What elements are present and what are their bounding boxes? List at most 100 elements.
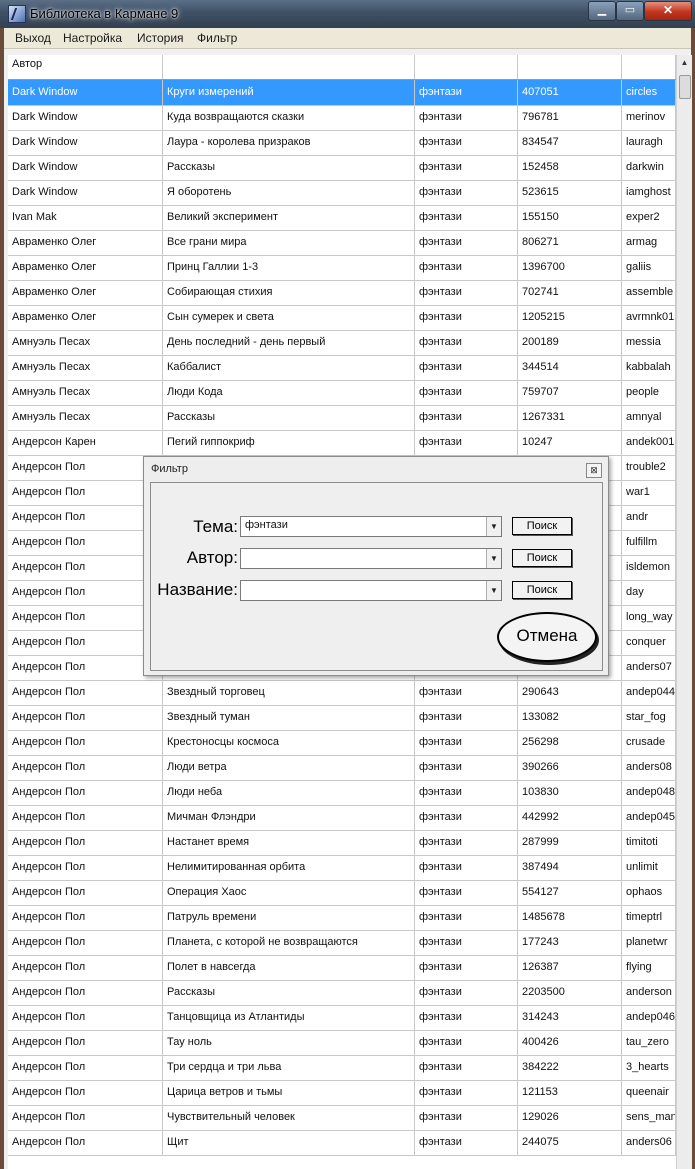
cancel-button[interactable]: Отмена [497,612,597,662]
scroll-thumb[interactable] [679,75,691,99]
author-cell: Андерсон Пол [8,805,163,830]
table-row[interactable]: Андерсон Пол Три сердца и три льва фэнтази… [8,1055,676,1081]
title-combo[interactable]: ▼ [240,580,502,601]
table-row[interactable]: Dark Window Круги измерений фэнтази 407051 c… [8,80,676,106]
dialog-close-icon[interactable]: ⊠ [586,463,602,478]
table-row[interactable]: Амнуэль Песах Рассказы фэнтази 1267331 amnya… [8,405,676,431]
table-row[interactable]: Авраменко Олег Собирающая стихия фэнтази 70… [8,280,676,306]
table-row[interactable]: Авраменко Олег Все грани мира фэнтази 80627… [8,230,676,256]
table-row[interactable]: Андерсон Пол Танцовщица из Атлантиды фэнта… [8,1005,676,1031]
author-cell: Андерсон Пол [8,855,163,880]
genre-cell: фэнтази [415,1130,518,1155]
menu-filter[interactable]: Фильтр [197,31,237,45]
table-row[interactable]: Ivan Mak Великий эксперимент фэнтази 155150… [8,205,676,231]
table-row[interactable]: Андерсон Пол Настанет время фэнтази 287999 t… [8,830,676,856]
table-row[interactable]: Андерсон Пол Звездный торговец фэнтази 2906… [8,680,676,706]
chevron-down-icon[interactable]: ▼ [486,549,501,568]
scroll-up-icon[interactable]: ▲ [677,55,692,70]
file-cell: kabbalah [622,355,676,380]
size-cell: 177243 [518,930,622,955]
table-row[interactable]: Андерсон Пол Царица ветров и тьмы фэнтази 1… [8,1080,676,1106]
author-cell: Андерсон Пол [8,580,163,605]
theme-combo[interactable]: фэнтази ▼ [240,516,502,537]
file-cell: isldemon [622,555,676,580]
vertical-scrollbar[interactable]: ▲ [676,55,692,1169]
title-search-button[interactable]: Поиск [512,581,572,599]
table-row[interactable]: Dark Window Я оборотень фэнтази 523615 iamgh… [8,180,676,206]
table-row[interactable]: Андерсон Пол Планета, с которой не возвра… [8,930,676,956]
table-row[interactable]: Амнуэль Песах Люди Кода фэнтази 759707 peopl… [8,380,676,406]
column-header-size[interactable] [518,55,622,79]
author-cell: Андерсон Пол [8,755,163,780]
size-cell: 290643 [518,680,622,705]
title-cell: Рассказы [163,980,415,1005]
table-row[interactable]: Андерсон Пол Патруль времени фэнтази 148567… [8,905,676,931]
column-header-author[interactable]: Автор [8,55,163,79]
column-header-genre[interactable] [415,55,518,79]
genre-cell: фэнтази [415,880,518,905]
table-row[interactable]: Андерсон Карен Пегий гиппокриф фэнтази 1024… [8,430,676,456]
table-row[interactable]: Андерсон Пол Рассказы фэнтази 2203500 anders… [8,980,676,1006]
author-cell: Андерсон Пол [8,655,163,680]
title-cell: Танцовщица из Атлантиды [163,1005,415,1030]
menu-settings[interactable]: Настройка [63,31,122,45]
author-cell: Андерсон Пол [8,480,163,505]
chevron-down-icon[interactable]: ▼ [486,517,501,536]
table-row[interactable]: Авраменко Олег Принц Галлии 1-3 фэнтази 139… [8,255,676,281]
author-cell: Андерсон Пол [8,1105,163,1130]
genre-cell: фэнтази [415,155,518,180]
genre-cell: фэнтази [415,1105,518,1130]
size-cell: 133082 [518,705,622,730]
size-cell: 1396700 [518,255,622,280]
menu-history[interactable]: История [137,31,184,45]
author-search-button[interactable]: Поиск [512,549,572,567]
table-row[interactable]: Авраменко Олег Сын сумерек и света фэнтази… [8,305,676,331]
table-row[interactable]: Андерсон Пол Щит фэнтази 244075 anders06 [8,1130,676,1156]
table-row[interactable]: Андерсон Пол Нелимитированная орбита фэнта… [8,855,676,881]
title-label: Название: [157,580,238,599]
genre-cell: фэнтази [415,180,518,205]
title-cell: Крестоносцы космоса [163,730,415,755]
maximize-button[interactable]: ▭ [616,1,644,21]
table-row[interactable]: Dark Window Куда возвращаются сказки фэнта… [8,105,676,131]
file-cell: conquer [622,630,676,655]
theme-search-button[interactable]: Поиск [512,517,572,535]
minimize-button[interactable]: ▁ [588,1,616,21]
table-row[interactable]: Андерсон Пол Мичман Флэндри фэнтази 442992 a… [8,805,676,831]
size-cell: 155150 [518,205,622,230]
table-row[interactable]: Амнуэль Песах Каббалист фэнтази 344514 kabba… [8,355,676,381]
author-cell: Андерсон Пол [8,1055,163,1080]
file-cell: unlimit [622,855,676,880]
author-cell: Андерсон Пол [8,905,163,930]
table-row[interactable]: Амнуэль Песах День последний - день первы… [8,330,676,356]
table-row[interactable]: Андерсон Пол Люди неба фэнтази 103830 andep0… [8,780,676,806]
author-cell: Андерсон Пол [8,1030,163,1055]
title-cell: Настанет время [163,830,415,855]
table-row[interactable]: Dark Window Рассказы фэнтази 152458 darkwin [8,155,676,181]
table-row[interactable]: Андерсон Пол Звездный туман фэнтази 133082 s… [8,705,676,731]
author-cell: Ivan Mak [8,205,163,230]
title-cell: Звездный торговец [163,680,415,705]
file-cell: galiis [622,255,676,280]
size-cell: 344514 [518,355,622,380]
menu-exit[interactable]: Выход [15,31,51,45]
file-cell: iamghost [622,180,676,205]
close-button[interactable]: ✕ [644,1,692,21]
file-cell: fulfillm [622,530,676,555]
title-cell: Люди ветра [163,755,415,780]
chevron-down-icon[interactable]: ▼ [486,581,501,600]
author-combo[interactable]: ▼ [240,548,502,569]
author-cell: Dark Window [8,180,163,205]
size-cell: 1205215 [518,305,622,330]
size-cell: 759707 [518,380,622,405]
table-row[interactable]: Андерсон Пол Люди ветра фэнтази 390266 ander… [8,755,676,781]
column-header-file[interactable] [622,55,676,79]
table-row[interactable]: Андерсон Пол Чувствительный человек фэнтаз… [8,1105,676,1131]
table-row[interactable]: Dark Window Лаура - королева призраков фэн… [8,130,676,156]
table-row[interactable]: Андерсон Пол Операция Хаос фэнтази 554127 op… [8,880,676,906]
table-row[interactable]: Андерсон Пол Крестоносцы космоса фэнтази 25… [8,730,676,756]
table-row[interactable]: Андерсон Пол Тау ноль фэнтази 400426 tau_zer… [8,1030,676,1056]
column-header-title[interactable] [163,55,415,79]
table-row[interactable]: Андерсон Пол Полет в навсегда фэнтази 12638… [8,955,676,981]
file-cell: war1 [622,480,676,505]
